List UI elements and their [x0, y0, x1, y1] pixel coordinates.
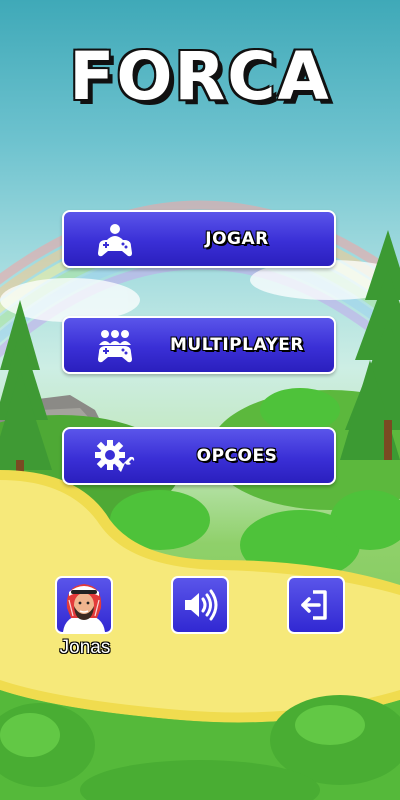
landscape-illustration [0, 200, 400, 800]
exit-button[interactable] [287, 576, 345, 634]
game-background [0, 0, 400, 800]
player-name: Jonas [59, 637, 111, 658]
multiplayer-button-label: MULTIPLAYER [170, 335, 304, 355]
speaker-volume-icon [185, 589, 218, 621]
game-title: FORCA [69, 38, 331, 115]
avatar-icon [63, 584, 105, 632]
gear-wrench-icon [95, 440, 135, 472]
play-button[interactable]: JOGAR [62, 210, 336, 268]
options-button[interactable]: OPCOES [62, 427, 336, 485]
options-button-label: OPCOES [196, 446, 278, 466]
sound-toggle-button[interactable] [171, 576, 229, 634]
exit-door-icon [301, 590, 327, 620]
play-button-label: JOGAR [205, 229, 269, 249]
player-avatar-button[interactable] [55, 576, 113, 634]
gamepad-single-player-icon [98, 224, 132, 257]
gamepad-multiplayer-icon [98, 330, 132, 363]
multiplayer-button[interactable]: MULTIPLAYER [62, 316, 336, 374]
